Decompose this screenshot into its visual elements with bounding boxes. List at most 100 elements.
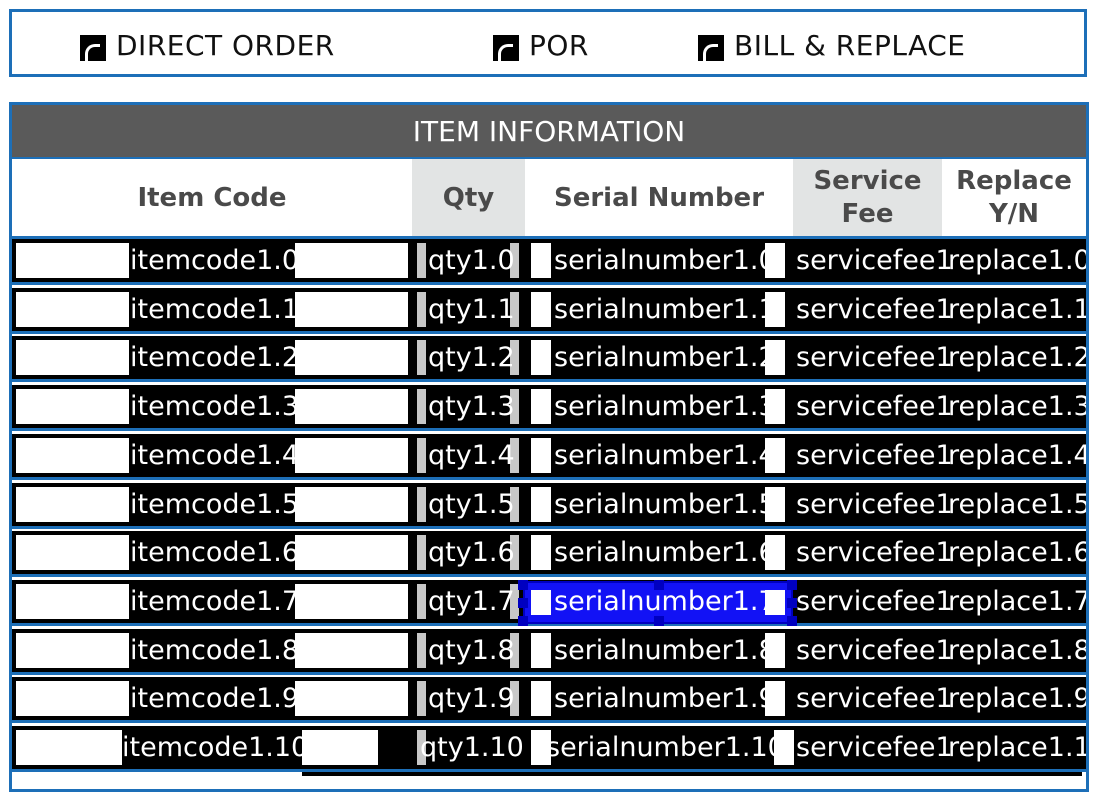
item-code-cell[interactable]: itemcode1.10 xyxy=(122,730,308,766)
item-code-input-left[interactable] xyxy=(16,535,129,571)
item-code-cell[interactable]: itemcode1.0 xyxy=(130,243,299,279)
checkbox-icon[interactable] xyxy=(80,35,106,61)
qty-input-left[interactable] xyxy=(417,632,426,668)
qty-cell[interactable]: qty1.1 xyxy=(428,292,515,328)
service-fee-cell[interactable]: servicefee1 xyxy=(796,487,953,523)
service-fee-cell[interactable]: servicefee1 xyxy=(796,535,953,571)
item-code-cell[interactable]: itemcode1.9 xyxy=(130,681,299,717)
serial-number-cell[interactable]: serialnumber1.2 xyxy=(554,340,776,376)
item-code-cell[interactable]: itemcode1.3 xyxy=(130,389,299,425)
item-code-input-left[interactable] xyxy=(16,437,129,473)
bill-replace-option[interactable]: BILL & REPLACE xyxy=(698,29,965,62)
serial-input-left[interactable] xyxy=(531,243,551,278)
item-code-input-right[interactable] xyxy=(302,730,378,765)
replace-cell[interactable]: replace1.6 xyxy=(948,535,1086,571)
qty-cell[interactable]: qty1.5 xyxy=(428,487,515,523)
item-code-input-left[interactable] xyxy=(16,632,129,668)
serial-number-cell[interactable]: serialnumber1.0 xyxy=(554,243,776,279)
item-code-input-right[interactable] xyxy=(295,632,408,668)
resize-handle[interactable] xyxy=(518,597,528,608)
item-code-input-right[interactable] xyxy=(295,243,408,278)
serial-number-cell[interactable]: serialnumber1.10 xyxy=(546,730,785,766)
item-code-input-right[interactable] xyxy=(295,486,408,522)
replace-cell[interactable]: replace1.4 xyxy=(948,438,1086,474)
serial-input-left[interactable] xyxy=(531,340,551,376)
item-code-input-right[interactable] xyxy=(295,437,408,473)
qty-cell[interactable]: qty1.7 xyxy=(428,584,515,620)
serial-input-left[interactable] xyxy=(531,291,551,327)
item-code-input-right[interactable] xyxy=(295,340,408,376)
serial-input-left[interactable] xyxy=(531,437,551,473)
serial-number-cell[interactable]: serialnumber1.4 xyxy=(554,438,776,474)
replace-cell[interactable]: replace1.0 xyxy=(948,243,1086,279)
checkbox-icon[interactable] xyxy=(493,35,519,61)
serial-number-cell[interactable]: serialnumber1.9 xyxy=(554,681,776,717)
service-fee-cell[interactable]: servicefee1 xyxy=(796,340,953,376)
item-code-input-right[interactable] xyxy=(295,583,408,619)
serial-input-left[interactable] xyxy=(531,535,551,571)
item-code-input-left[interactable] xyxy=(16,730,122,765)
qty-cell[interactable]: qty1.8 xyxy=(428,633,515,669)
qty-input-left[interactable] xyxy=(417,583,426,619)
item-code-input-right[interactable] xyxy=(295,291,408,327)
item-code-input-right[interactable] xyxy=(295,681,408,717)
item-code-cell[interactable]: itemcode1.8 xyxy=(130,633,299,669)
serial-input-left[interactable] xyxy=(531,589,551,615)
item-code-cell[interactable]: itemcode1.1 xyxy=(130,292,299,328)
service-fee-cell[interactable]: servicefee1 xyxy=(796,681,953,717)
serial-input-left[interactable] xyxy=(531,389,551,425)
replace-cell[interactable]: replace1.7 xyxy=(948,584,1086,620)
qty-cell[interactable]: qty1.6 xyxy=(428,535,515,571)
qty-cell[interactable]: qty1.9 xyxy=(428,681,515,717)
serial-input-left[interactable] xyxy=(531,681,551,717)
serial-number-cell[interactable]: serialnumber1.8 xyxy=(554,633,776,669)
direct-order-option[interactable]: DIRECT ORDER xyxy=(80,29,335,62)
item-code-input-right[interactable] xyxy=(295,389,408,425)
item-code-input-left[interactable] xyxy=(16,681,129,717)
item-code-cell[interactable]: itemcode1.5 xyxy=(130,487,299,523)
replace-cell[interactable]: replace1.1( xyxy=(948,730,1086,766)
item-code-input-left[interactable] xyxy=(16,583,129,619)
replace-cell[interactable]: replace1.1 xyxy=(948,292,1086,328)
service-fee-cell[interactable]: servicefee1 xyxy=(796,243,953,279)
qty-cell[interactable]: qty1.3 xyxy=(428,389,515,425)
qty-input-left[interactable] xyxy=(417,437,426,473)
replace-cell[interactable]: replace1.9 xyxy=(948,681,1086,717)
replace-cell[interactable]: replace1.5 xyxy=(948,487,1086,523)
por-option[interactable]: POR xyxy=(493,29,589,62)
service-fee-cell[interactable]: servicefee1 xyxy=(796,633,953,669)
item-code-cell[interactable]: itemcode1.4 xyxy=(130,438,299,474)
replace-cell[interactable]: replace1.2 xyxy=(948,340,1086,376)
resize-handle[interactable] xyxy=(518,615,528,626)
qty-input-left[interactable] xyxy=(417,681,426,717)
service-fee-cell[interactable]: servicefee1 xyxy=(796,730,953,766)
item-code-cell[interactable]: itemcode1.2 xyxy=(130,340,299,376)
item-code-input-left[interactable] xyxy=(16,340,129,376)
qty-cell[interactable]: qty1.2 xyxy=(428,340,515,376)
replace-cell[interactable]: replace1.8 xyxy=(948,633,1086,669)
qty-cell[interactable]: qty1.4 xyxy=(428,438,515,474)
serial-number-cell[interactable]: serialnumber1.5 xyxy=(554,487,776,523)
service-fee-cell[interactable]: servicefee1 xyxy=(796,438,953,474)
service-fee-cell[interactable]: servicefee1 xyxy=(796,292,953,328)
qty-input-left[interactable] xyxy=(417,340,426,376)
serial-number-cell[interactable]: serialnumber1.6 xyxy=(554,535,776,571)
serial-number-cell[interactable]: serialnumber1.7 xyxy=(554,584,776,620)
checkbox-icon[interactable] xyxy=(698,35,724,61)
service-fee-cell[interactable]: servicefee1 xyxy=(796,584,953,620)
item-code-cell[interactable]: itemcode1.7 xyxy=(130,584,299,620)
qty-cell[interactable]: qty1.10 xyxy=(420,730,524,766)
resize-handle[interactable] xyxy=(518,579,528,590)
item-code-input-left[interactable] xyxy=(16,291,129,327)
serial-number-cell[interactable]: serialnumber1.1 xyxy=(554,292,776,328)
service-fee-cell[interactable]: servicefee1 xyxy=(796,389,953,425)
item-code-cell[interactable]: itemcode1.6 xyxy=(130,535,299,571)
item-code-input-left[interactable] xyxy=(16,486,129,522)
qty-input-left[interactable] xyxy=(417,243,426,278)
qty-input-left[interactable] xyxy=(417,486,426,522)
serial-input-left[interactable] xyxy=(531,486,551,522)
replace-cell[interactable]: replace1.3 xyxy=(948,389,1086,425)
qty-input-left[interactable] xyxy=(417,535,426,571)
qty-input-left[interactable] xyxy=(417,389,426,425)
item-code-input-left[interactable] xyxy=(16,389,129,425)
